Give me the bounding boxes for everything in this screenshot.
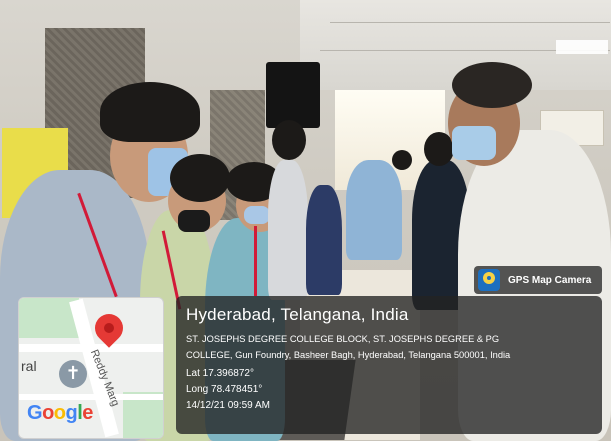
face-mask [244,206,270,224]
student-background [306,185,342,295]
location-info-panel: Hyderabad, Telangana, India ST. JOSEPHS … [176,296,602,434]
speaker [266,62,320,128]
student-background-head [272,120,306,160]
map-side-label: ral [21,358,37,374]
gps-map-camera-icon [478,269,500,291]
face-mask [452,126,496,160]
lanyard [254,226,257,296]
visitor-background-head [392,150,412,170]
google-logo: Google [27,402,93,424]
ceiling-grid-line [330,22,610,23]
student-background [268,160,308,300]
church-icon: ✝ [59,360,87,388]
longitude: Long 78.478451° [186,384,263,395]
student-left-hair [100,82,200,142]
badge-label: GPS Map Camera [508,274,592,286]
location-pin-icon [89,308,129,348]
ceiling-light [556,40,608,54]
man-hair [452,62,532,108]
face-mask [178,210,210,232]
gps-map-camera-badge: GPS Map Camera [474,266,602,294]
location-title: Hyderabad, Telangana, India [186,305,409,324]
map-thumbnail: Reddy Marg ral ✝ Google [18,297,164,439]
address-line-2: COLLEGE, Gun Foundry, Basheer Bagh, Hyde… [186,350,511,360]
visitor-background [346,160,402,260]
timestamp: 14/12/21 09:59 AM [186,400,270,411]
student-girl-1-hair [170,154,230,202]
photo-frame: GPS Map Camera Reddy Marg ral ✝ Google H… [0,0,611,441]
address-line-1: ST. JOSEPHS DEGREE COLLEGE BLOCK, ST. JO… [186,334,500,344]
map-road [19,394,163,400]
latitude: Lat 17.396872° [186,368,254,379]
